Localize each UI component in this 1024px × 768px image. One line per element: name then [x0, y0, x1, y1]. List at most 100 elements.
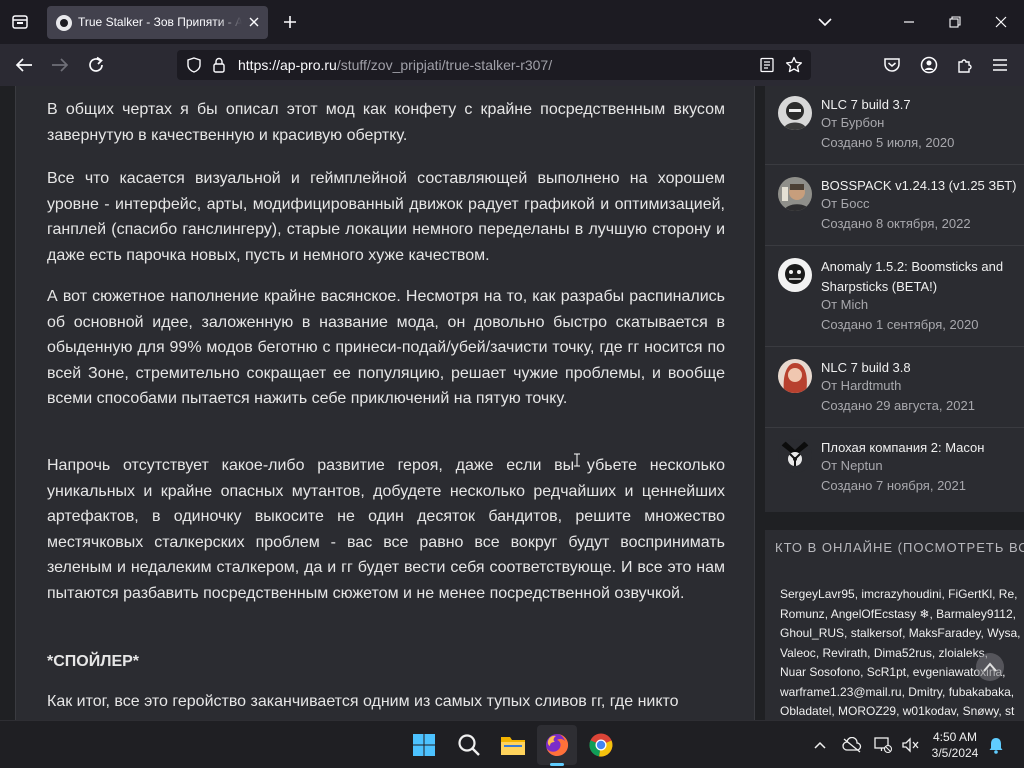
topic-author[interactable]: От Босс [821, 196, 869, 211]
address-bar[interactable]: https://ap-pro.ru/stuff/zov_pripjati/tru… [177, 50, 811, 80]
topic-item[interactable]: Плохая компания 2: Масон От Neptun Созда… [778, 429, 1024, 499]
online-user-link[interactable]: stalkersof [851, 626, 902, 640]
url-text[interactable]: https://ap-pro.ru/stuff/zov_pripjati/tru… [238, 57, 552, 73]
clock-date: 3/5/2024 [931, 746, 979, 760]
list-all-tabs-button[interactable] [815, 12, 835, 32]
scroll-to-top-button[interactable] [976, 653, 1004, 681]
review-article: В общих чертах я бы описал этот мод как … [15, 86, 755, 720]
divider [765, 245, 1024, 246]
notifications-button[interactable] [986, 735, 1006, 755]
online-user-link[interactable]: Snøwy [963, 704, 999, 718]
online-user-link[interactable]: Wysa [987, 626, 1017, 640]
online-user-link[interactable]: Dmitry [908, 685, 942, 699]
extensions-button[interactable] [953, 53, 977, 77]
divider [765, 164, 1024, 165]
online-heading[interactable]: КТО В ОНЛАЙНЕ (ПОСМОТРЕТЬ ВСЕХ) [775, 540, 1024, 555]
online-user-link[interactable]: Obladatel [780, 704, 831, 718]
spoiler-heading[interactable]: *СПОЙЛЕР* [47, 649, 725, 675]
speaker-muted-icon [902, 737, 919, 753]
minimize-button[interactable] [897, 10, 921, 34]
site-favicon-icon [56, 15, 72, 31]
online-user-link[interactable]: w01kodav [903, 704, 956, 718]
volume-button[interactable] [900, 735, 920, 755]
online-user-link[interactable]: AngelOfEcstasy ❄ [831, 607, 930, 621]
online-user-link[interactable]: fubakabaka [949, 685, 1011, 699]
topic-title[interactable]: Плохая компания 2: Масон [821, 438, 1024, 458]
online-user-link[interactable]: warframe1.23@mail.ru [780, 685, 902, 699]
online-user-link[interactable]: Romunz [780, 607, 825, 621]
cloud-sync-status-button[interactable] [842, 735, 862, 755]
online-user-link[interactable]: ScR1pt [867, 665, 906, 679]
chevron-up-icon [983, 662, 997, 672]
chrome-taskbar-button[interactable] [587, 731, 615, 759]
topic-item[interactable]: BOSSPACK v1.24.13 (v1.25 ЗБТ) От Босс Со… [778, 167, 1024, 237]
tab-close-button[interactable] [246, 14, 262, 30]
lock-icon[interactable] [212, 57, 226, 73]
divider [765, 346, 1024, 347]
topic-title[interactable]: BOSSPACK v1.24.13 (v1.25 ЗБТ) [821, 176, 1024, 196]
browser-tab-strip: True Stalker - Зов Припяти - AP-PRO [0, 0, 1024, 44]
reader-view-icon[interactable] [759, 57, 775, 73]
arrow-left-icon [15, 58, 32, 72]
online-user-link[interactable]: Valeoc [780, 646, 816, 660]
forward-button[interactable] [48, 53, 72, 77]
network-status-button[interactable] [873, 735, 893, 755]
bell-icon [989, 738, 1003, 754]
online-user-link[interactable]: SergeyLavr95 [780, 587, 855, 601]
topic-author[interactable]: От Neptun [821, 458, 883, 473]
topic-item[interactable]: NLC 7 build 3.8 От Hardtmuth Создано 29 … [778, 349, 1024, 419]
web-page: В общих чертах я бы описал этот мод как … [0, 86, 1024, 720]
restore-button[interactable] [943, 10, 967, 34]
divider [765, 427, 1024, 428]
online-user-link[interactable]: Nuar Sosofono [780, 665, 860, 679]
windows-logo-icon [413, 734, 435, 756]
windows-taskbar: 4:50 AM 3/5/2024 [0, 720, 1024, 768]
network-offline-icon [874, 737, 893, 754]
topic-author[interactable]: От Hardtmuth [821, 378, 901, 393]
online-user-link[interactable]: MaksFaradey [909, 626, 981, 640]
close-window-button[interactable] [989, 10, 1013, 34]
topic-title[interactable]: Anomaly 1.5.2: Boomsticks and Sharpstick… [821, 257, 1024, 297]
tracking-protection-shield-icon[interactable] [186, 57, 202, 73]
pocket-button[interactable] [880, 53, 904, 77]
online-user-link[interactable]: Ghoul_RUS [780, 626, 844, 640]
chevron-down-icon [818, 17, 832, 26]
new-tab-button[interactable] [279, 11, 301, 33]
online-user-link[interactable]: Dima52rus [874, 646, 932, 660]
topic-author[interactable]: От Бурбон [821, 115, 884, 130]
start-button[interactable] [410, 731, 438, 759]
plus-icon [284, 16, 296, 28]
pocket-icon [884, 58, 900, 72]
app-menu-button[interactable] [988, 53, 1012, 77]
firefox-taskbar-button[interactable] [543, 731, 571, 759]
topic-title[interactable]: NLC 7 build 3.7 [821, 95, 1024, 115]
online-user-link[interactable]: imcrazyhoudini [861, 587, 941, 601]
file-explorer-button[interactable] [499, 731, 527, 759]
reload-button[interactable] [84, 53, 108, 77]
online-user-link[interactable]: MOROZ29 [838, 704, 896, 718]
account-button[interactable] [917, 53, 941, 77]
search-icon [458, 734, 480, 756]
show-hidden-icons-button[interactable] [810, 735, 830, 755]
text-cursor-icon [573, 453, 580, 467]
topic-item[interactable]: NLC 7 build 3.7 От Бурбон Создано 5 июля… [778, 86, 1024, 156]
search-button[interactable] [455, 731, 483, 759]
active-tab[interactable]: True Stalker - Зов Припяти - AP-PRO [47, 6, 268, 39]
online-user-link[interactable]: Re [999, 587, 1014, 601]
firefox-view-icon [12, 15, 28, 29]
online-user-link[interactable]: st [1005, 704, 1014, 718]
online-user-link[interactable]: FiGertKl [948, 587, 992, 601]
topic-item[interactable]: Anomaly 1.5.2: Boomsticks and Sharpstick… [778, 248, 1024, 332]
article-paragraph: Напрочь отсутствует какое-либо развитие … [47, 457, 725, 602]
article-paragraph: Как итог, все это геройство заканчиваетс… [47, 693, 679, 710]
topic-title[interactable]: NLC 7 build 3.8 [821, 358, 1024, 378]
firefox-view-button[interactable] [8, 10, 32, 34]
screen: True Stalker - Зов Припяти - AP-PRO [0, 0, 1024, 768]
online-user-link[interactable]: zloialeks [939, 646, 985, 660]
online-user-link[interactable]: Revirath [822, 646, 867, 660]
back-button[interactable] [12, 53, 36, 77]
topic-author[interactable]: От Mich [821, 297, 868, 312]
system-clock[interactable]: 4:50 AM 3/5/2024 [925, 729, 985, 761]
bookmark-star-icon[interactable] [785, 56, 803, 74]
online-user-link[interactable]: Barmaley9112 [936, 607, 1013, 621]
